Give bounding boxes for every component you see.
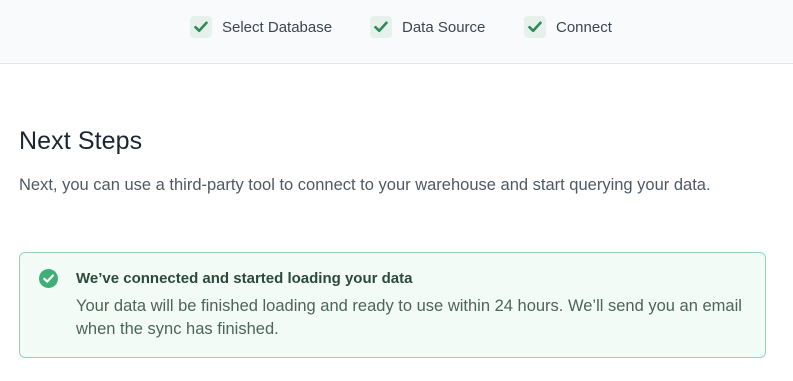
check-icon bbox=[370, 16, 392, 38]
check-icon bbox=[190, 16, 212, 38]
check-icon bbox=[524, 16, 546, 38]
page-description: Next, you can use a third-party tool to … bbox=[19, 176, 711, 194]
step-label: Select Database bbox=[222, 18, 333, 36]
step-select-database[interactable]: Select Database bbox=[190, 15, 332, 39]
callout-title: We’ve connected and started loading your… bbox=[76, 270, 413, 287]
setup-stepper: Select Database Data Source Connect bbox=[0, 0, 793, 64]
check-circle-icon bbox=[39, 269, 58, 288]
step-label: Connect bbox=[556, 18, 612, 36]
success-callout: We’ve connected and started loading your… bbox=[19, 252, 766, 358]
step-label: Data Source bbox=[402, 18, 486, 36]
callout-message: Your data will be finished loading and r… bbox=[76, 297, 742, 338]
page-title: Next Steps bbox=[19, 127, 143, 155]
step-data-source[interactable]: Data Source bbox=[370, 15, 485, 39]
step-connect[interactable]: Connect bbox=[524, 15, 612, 39]
